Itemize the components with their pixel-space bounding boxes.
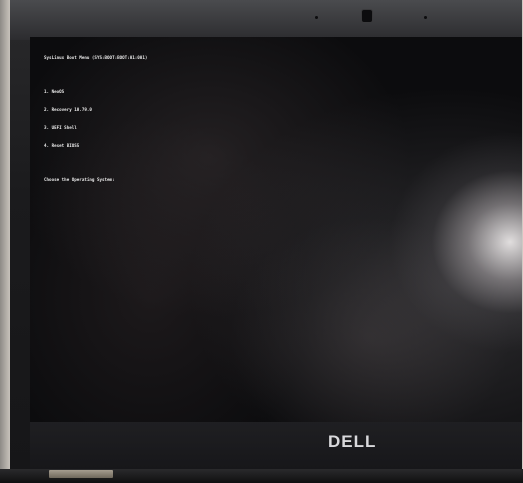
boot-option-3[interactable]: 3. UEFI Shell (44, 125, 147, 131)
dell-logo: DELL (328, 432, 377, 451)
laptop-screen: SysLinux Boot Menu (SYS:BOOT:BOOT:01:001… (30, 37, 522, 422)
hinge-foot (49, 470, 113, 478)
top-bezel (10, 0, 522, 40)
boot-option-2[interactable]: 2. Recovery 10.79.0 (44, 107, 147, 113)
boot-option-4[interactable]: 4. Reset BIOS5 (44, 143, 147, 149)
photo-scene: SysLinux Boot Menu (SYS:BOOT:BOOT:01:001… (0, 0, 523, 483)
boot-menu-terminal: SysLinux Boot Menu (SYS:BOOT:BOOT:01:001… (44, 43, 147, 195)
bottom-bezel (30, 422, 522, 469)
laptop-lid: SysLinux Boot Menu (SYS:BOOT:BOOT:01:001… (10, 0, 522, 483)
boot-prompt: Choose the Operating System: (44, 177, 115, 182)
boot-menu-header: SysLinux Boot Menu (SYS:BOOT:BOOT:01:001… (44, 55, 148, 60)
webcam-icon (362, 10, 372, 22)
boot-option-1[interactable]: 1. NeoOS (44, 89, 147, 95)
ambient-sensor-icon (315, 16, 318, 19)
status-led-icon (424, 16, 427, 19)
